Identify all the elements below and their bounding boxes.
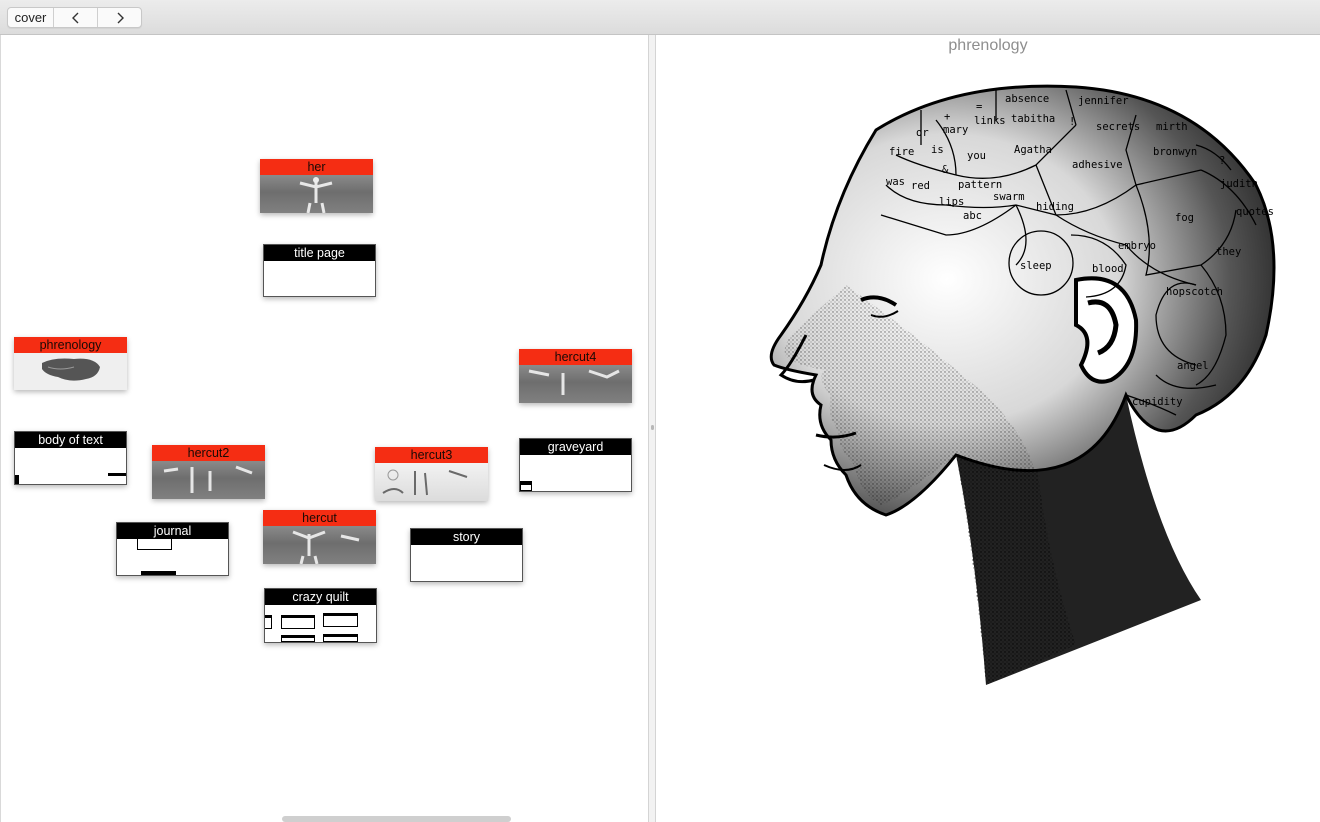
label-secrets: secrets [1096, 121, 1140, 133]
card-thumbnail [260, 175, 373, 213]
label-links: links [974, 115, 1006, 127]
navigation-segmented-control: cover [7, 7, 142, 28]
label-you: you [967, 150, 986, 162]
card-title: hercut4 [519, 349, 632, 365]
label-mary: mary [943, 124, 968, 136]
label-mirth: mirth [1156, 121, 1188, 133]
label-swarm: swarm [993, 191, 1025, 203]
card-her[interactable]: her [260, 159, 373, 213]
label-agatha: Agatha [1014, 144, 1052, 156]
card-title: hercut3 [375, 447, 488, 463]
card-thumbnail [263, 526, 376, 564]
label-they: they [1216, 246, 1241, 258]
card-phrenology[interactable]: phrenology [14, 337, 127, 390]
label-was: was [886, 176, 905, 188]
label-sleep: sleep [1020, 260, 1052, 272]
label-or: or [916, 127, 929, 139]
toolbar: cover [0, 0, 1320, 35]
figure-image [382, 469, 468, 496]
label-red: red [911, 180, 930, 192]
card-thumbnail [520, 455, 631, 491]
card-title: title page [264, 245, 375, 261]
card-title-page[interactable]: title page [263, 244, 376, 297]
card-thumbnail [411, 545, 522, 581]
card-map-pane[interactable]: her title page phrenology hercut4 body o… [0, 35, 648, 822]
card-thumbnail [117, 539, 228, 575]
back-button[interactable] [54, 8, 98, 27]
label-adhesive: adhesive [1072, 159, 1123, 171]
card-story[interactable]: story [410, 528, 523, 582]
card-hercut[interactable]: hercut [263, 510, 376, 564]
label-is: is [931, 144, 944, 156]
figure-image [528, 369, 620, 395]
figure-image [299, 177, 333, 213]
label-bang: ! [1069, 116, 1075, 128]
label-embryo: embryo [1118, 240, 1156, 252]
card-thumbnail [265, 605, 376, 642]
card-title: her [260, 159, 373, 175]
card-hercut3[interactable]: hercut3 [375, 447, 488, 501]
cover-button[interactable]: cover [8, 8, 54, 27]
label-absence: absence [1005, 93, 1049, 105]
card-thumbnail [519, 365, 632, 403]
forward-button[interactable] [98, 8, 141, 27]
card-hercut4[interactable]: hercut4 [519, 349, 632, 403]
card-thumbnail [264, 261, 375, 296]
label-hopscotch: hopscotch [1166, 286, 1223, 298]
card-title: journal [117, 523, 228, 539]
chevron-left-icon [71, 12, 78, 23]
split-view-divider[interactable] [648, 35, 656, 822]
card-thumbnail [375, 463, 488, 501]
phrenology-head-image: absence jennifer + = links tabitha ! sec… [769, 84, 1276, 685]
card-title: phrenology [14, 337, 127, 353]
card-title: crazy quilt [265, 589, 376, 605]
label-hiding: hiding [1036, 201, 1074, 213]
label-cupidity: cupidity [1132, 396, 1183, 408]
card-title: hercut2 [152, 445, 265, 461]
card-thumbnail [14, 353, 127, 390]
label-judith: judith [1220, 178, 1258, 190]
card-title: story [411, 529, 522, 545]
label-angel: angel [1177, 360, 1209, 372]
card-hercut2[interactable]: hercut2 [152, 445, 265, 499]
figure-image [292, 530, 360, 564]
card-title: hercut [263, 510, 376, 526]
card-graveyard[interactable]: graveyard [519, 438, 632, 492]
label-blood: blood [1092, 263, 1124, 275]
label-fire: fire [889, 146, 914, 158]
label-ampersand: & [942, 164, 949, 176]
label-plus: + [944, 111, 950, 123]
label-jennifer: jennifer [1078, 95, 1129, 107]
card-thumbnail [152, 461, 265, 499]
label-abc: abc [963, 210, 982, 222]
horizontal-scrollbar[interactable] [282, 816, 511, 822]
label-fog: fog [1175, 212, 1194, 224]
label-bronwyn: bronwyn [1153, 146, 1197, 158]
label-lips: lips [939, 196, 964, 208]
head-thumbnail-image [42, 358, 100, 381]
document-pane: phrenology absence jennifer + = links ta… [656, 35, 1320, 822]
label-pattern: pattern [958, 179, 1002, 191]
figure-image [163, 465, 253, 493]
card-crazy-quilt[interactable]: crazy quilt [264, 588, 377, 643]
card-journal[interactable]: journal [116, 522, 229, 576]
card-body-of-text[interactable]: body of text [14, 431, 127, 485]
label-equals: = [976, 101, 982, 113]
label-tabitha: tabitha [1011, 113, 1055, 125]
label-quotes: quotes [1236, 206, 1274, 218]
card-title: body of text [15, 432, 126, 448]
chevron-right-icon [117, 12, 124, 23]
divider-grip-icon [651, 425, 654, 430]
card-title: graveyard [520, 439, 631, 455]
label-question: ? [1219, 155, 1225, 167]
card-thumbnail [15, 448, 126, 484]
